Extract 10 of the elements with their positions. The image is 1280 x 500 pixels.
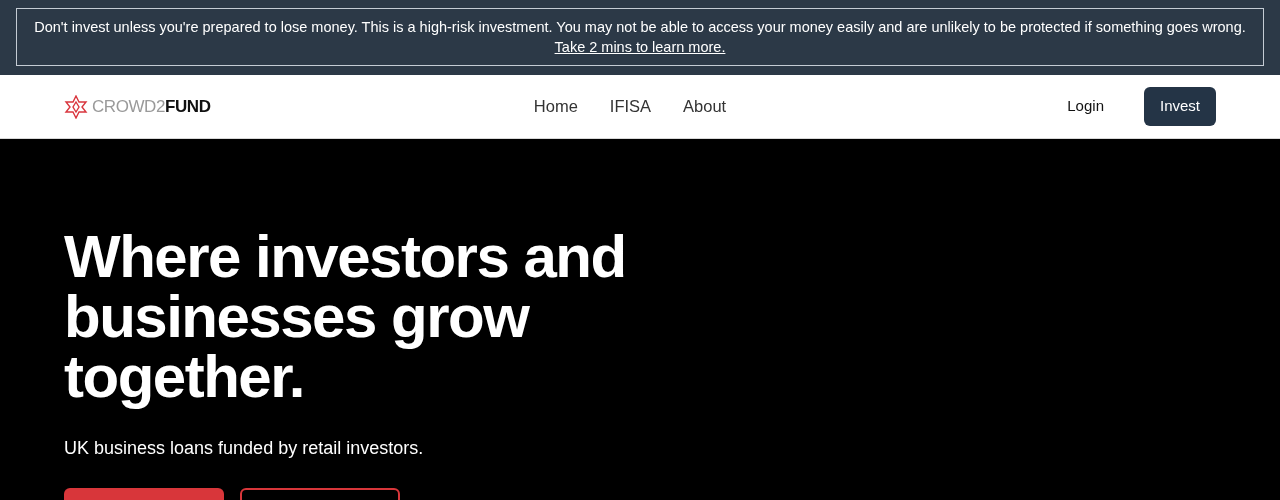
login-link[interactable]: Login	[1067, 95, 1104, 118]
hero-heading: Where investors and businesses grow together.	[64, 227, 627, 407]
invest-button[interactable]: Invest	[1143, 87, 1216, 126]
nav-link[interactable]: Home	[533, 94, 578, 119]
nav-link[interactable]: IFISA	[609, 94, 652, 119]
logo-wordmark[interactable]: CROWD2FUND	[92, 93, 211, 120]
learn-more-link[interactable]: Take 2 mins to learn more.	[554, 39, 726, 55]
hero-subtitle: UK business loans funded by retail investors.	[64, 437, 425, 460]
nav-link[interactable]: About	[683, 94, 727, 119]
risk-warning-text: Don't invest unless you're prepared to lose money. This is a high-risk investment. You may not be able to access your money easily and are unlikely to be protected if something goes wrong. Take 2 mins to learn more.	[33, 18, 1247, 57]
